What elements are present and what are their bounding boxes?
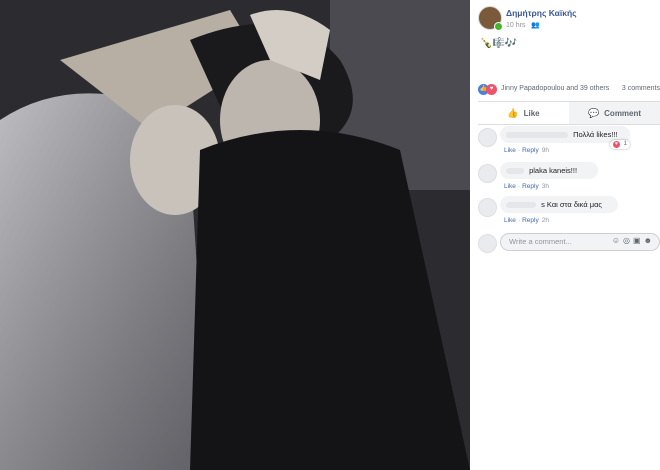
- comment-bubble: s Και στα δικά μας: [500, 196, 618, 213]
- comments-count[interactable]: 3 comments: [622, 85, 660, 92]
- post-meta: 10 hrs 👥: [506, 21, 540, 29]
- comment-input-placeholder: Write a comment...: [509, 237, 572, 246]
- love-icon: ♥: [613, 141, 620, 148]
- reactions-bar: 👍 ♥ Jinny Papadopoulou and 39 others 3 c…: [478, 84, 660, 96]
- post-photo[interactable]: [0, 0, 470, 470]
- sticker-icon[interactable]: ☻: [644, 236, 655, 245]
- redacted-name: [506, 202, 536, 209]
- comment-text: Πολλά likes!!!: [573, 130, 618, 139]
- composer-icons: ☺◎▣☻: [612, 236, 655, 245]
- like-button[interactable]: 👍 Like: [478, 102, 569, 124]
- post-time[interactable]: 10 hrs: [506, 22, 525, 29]
- thumbs-up-icon: 👍: [507, 107, 519, 118]
- comment-bubble: plaka kaneis!!!: [500, 162, 598, 179]
- post-sidebar: Δημήτρης Καϊκής 10 hrs 👥 🍾🎼🎶 👍 ♥ Jinny P…: [470, 0, 660, 470]
- comment-actions: Like · Reply 3h: [504, 183, 549, 190]
- comment-composer: Write a comment... ☺◎▣☻: [478, 230, 660, 254]
- comment-time[interactable]: 9h: [542, 147, 549, 154]
- comment-like-link[interactable]: Like: [504, 217, 516, 224]
- camera-icon[interactable]: ◎: [623, 236, 633, 245]
- comment-like-link[interactable]: Like: [504, 183, 516, 190]
- comment-actions: Like · Reply 2h: [504, 217, 549, 224]
- post-text: 🍾🎼🎶: [480, 38, 518, 49]
- comment-button[interactable]: 💬 Comment: [569, 102, 660, 124]
- redacted-name: [506, 132, 568, 139]
- comment-like-link[interactable]: Like: [504, 147, 516, 154]
- commenter-avatar[interactable]: [478, 128, 497, 147]
- reactions-summary[interactable]: Jinny Papadopoulou and 39 others: [501, 85, 609, 92]
- separator-dot: ·: [517, 147, 521, 154]
- comment-reaction-badge[interactable]: ♥ 1: [610, 140, 631, 149]
- commenter-avatar[interactable]: [478, 198, 497, 217]
- comment-reply-link[interactable]: Reply: [522, 147, 539, 154]
- author-name[interactable]: Δημήτρης Καϊκής: [506, 8, 577, 18]
- love-icon[interactable]: ♥: [486, 84, 497, 95]
- comment-text: s Και στα δικά μας: [541, 200, 603, 209]
- redacted-name: [506, 168, 524, 175]
- separator-dot: ·: [517, 217, 521, 224]
- comment-actions: Like · Reply 9h: [504, 147, 549, 154]
- current-user-avatar: [478, 234, 497, 253]
- emoji-icon[interactable]: ☺: [612, 236, 623, 245]
- like-button-label: Like: [523, 108, 540, 118]
- comment-reply-link[interactable]: Reply: [522, 183, 539, 190]
- commenter-avatar[interactable]: [478, 164, 497, 183]
- speech-bubble-icon: 💬: [587, 107, 600, 118]
- comment-time[interactable]: 2h: [542, 217, 549, 224]
- comment-time[interactable]: 3h: [542, 183, 549, 190]
- gif-icon[interactable]: ▣: [633, 236, 644, 245]
- separator-dot: ·: [517, 183, 521, 190]
- comment-button-label: Comment: [604, 108, 642, 118]
- post-actions: 👍 Like 💬 Comment: [478, 101, 660, 125]
- friends-icon[interactable]: 👥: [531, 21, 540, 29]
- wedding-photo-illustration: [0, 0, 470, 470]
- comment-text: plaka kaneis!!!: [529, 166, 578, 175]
- comment-reaction-count: 1: [623, 141, 628, 147]
- comment-input[interactable]: Write a comment... ☺◎▣☻: [500, 233, 660, 251]
- comment-reply-link[interactable]: Reply: [522, 217, 539, 224]
- online-status-dot: [494, 22, 503, 31]
